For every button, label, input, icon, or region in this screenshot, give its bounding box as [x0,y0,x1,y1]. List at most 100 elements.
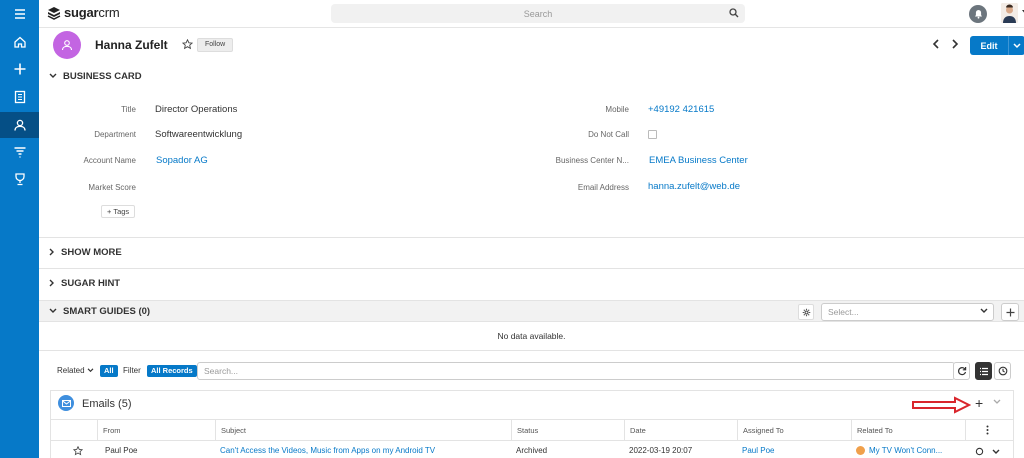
contact-avatar [53,31,81,59]
gear-icon [802,308,810,316]
row-action-icon[interactable] [975,447,984,456]
edit-button[interactable]: Edit [970,36,1008,55]
row-actions-chevron-down-icon[interactable] [992,449,1000,455]
cube-logo-icon [47,6,61,20]
add-tags-button[interactable]: + Tags [101,205,136,218]
user-avatar[interactable] [1001,3,1018,23]
business-card-title: BUSINESS CARD [63,70,142,82]
column-header-subject[interactable]: Subject [215,420,511,441]
top-bar: sugarcrm Search [39,0,1024,28]
field-value-department[interactable]: Softwareentwicklung [155,129,242,140]
field-label-do-not-call: Do Not Call [588,130,629,139]
activity-stream-button[interactable] [994,362,1011,380]
chevron-down-icon[interactable] [993,399,1001,405]
field-value-title[interactable]: Director Operations [155,104,237,115]
field-value-business-center[interactable]: EMEA Business Center [649,155,748,166]
field-label-email-address: Email Address [577,183,629,192]
select-placeholder: Select... [828,307,859,317]
field-value-account-name[interactable]: Sopador AG [156,155,208,166]
emails-table-header: From Subject Status Date Assigned To Rel… [51,419,1013,441]
emails-subpanel-header[interactable]: Emails (5) + [51,391,1013,417]
sugarcrm-logo[interactable]: sugarcrm [47,5,120,20]
column-header-from[interactable]: From [97,420,215,441]
field-label-department: Department [94,130,136,139]
home-icon[interactable] [0,29,39,55]
smart-guide-select[interactable]: Select... [821,303,994,321]
smart-guides-bar: SMART GUIDES (0) Select... [39,300,1024,322]
add-smart-guide-button[interactable] [1001,303,1019,321]
chevron-down-icon [1013,42,1021,48]
refresh-button[interactable] [953,362,970,380]
emails-subpanel-title: Emails (5) [82,398,132,410]
divider [39,268,1024,269]
smart-guides-settings-button[interactable] [798,304,814,320]
search-placeholder: Search... [204,366,239,376]
field-label-mobile: Mobile [605,105,629,114]
plus-icon [1006,308,1014,316]
chevron-right-icon [49,279,54,287]
case-badge-icon [856,446,865,456]
column-header-date[interactable]: Date [624,420,737,441]
chevron-down-icon [49,73,57,78]
quick-create-icon[interactable] [0,56,39,82]
previous-record-icon[interactable] [932,39,940,49]
related-all-pill[interactable]: All [100,365,118,377]
divider [39,237,1024,238]
column-header-assigned-to[interactable]: Assigned To [737,420,851,441]
email-icon [58,395,74,411]
field-label-title: Title [121,105,136,114]
notifications-bell-icon[interactable] [969,5,987,23]
sugar-hint-section-toggle[interactable]: SUGAR HINT [39,272,1024,294]
emails-subpanel: Emails (5) + From Subject Status Date As… [50,390,1014,458]
table-row[interactable]: Paul Poe Can't Access the Videos, Music … [51,442,1013,458]
favorite-star-icon[interactable] [73,446,83,456]
cell-date: 2022-03-19 20:07 [629,446,693,455]
show-more-section-toggle[interactable]: SHOW MORE [39,241,1024,263]
cell-status: Archived [516,446,548,455]
related-dropdown[interactable]: Related [57,366,94,375]
next-record-icon[interactable] [951,39,959,49]
record-name: Hanna Zufelt [95,38,168,52]
search-icon[interactable] [729,8,739,18]
field-value-email-address[interactable]: hanna.zufelt@web.de [648,181,740,192]
filter-all-records-pill[interactable]: All Records [147,365,197,377]
edit-actions-dropdown[interactable] [1008,36,1024,55]
sugar-hint-title: SUGAR HINT [61,277,121,289]
favorite-star-icon[interactable] [182,39,193,50]
field-label-account-name: Account Name [83,156,136,165]
menu-icon[interactable] [0,1,39,27]
divider [39,350,1024,351]
business-card-section-toggle[interactable]: BUSINESS CARD [39,65,1024,87]
chevron-down-icon [49,308,57,313]
record-header: Hanna Zufelt Follow Edit [39,28,1024,64]
field-label-business-center: Business Center N... [555,156,629,165]
field-value-mobile[interactable]: +49192 421615 [648,104,714,115]
column-header-status[interactable]: Status [511,420,624,441]
logo-text: sugarcrm [64,5,120,20]
chevron-down-icon [980,308,988,313]
column-options-dots-icon[interactable] [986,425,989,435]
filter-label: Filter [123,366,141,375]
column-header-related-to[interactable]: Related To [851,420,965,441]
red-arrow-annotation [912,396,971,414]
refresh-icon [957,367,966,376]
person-icon [61,40,73,51]
subpanel-toolbar: Related All Filter All Records Search... [39,360,1024,382]
list-view-button[interactable] [975,362,992,380]
field-label-market-score: Market Score [88,183,136,192]
search-placeholder: Search [523,8,553,19]
cell-subject[interactable]: Can't Access the Videos, Music from Apps… [220,446,505,455]
cell-related-to[interactable]: My TV Won't Conn... [856,446,964,456]
do-not-call-checkbox[interactable] [648,130,657,139]
create-email-plus-icon[interactable]: + [975,395,983,411]
global-search-input[interactable]: Search [331,4,745,23]
subpanel-search-input[interactable]: Search... [197,362,955,380]
clock-icon [998,366,1007,376]
follow-button[interactable]: Follow [197,38,234,52]
smart-guides-title: SMART GUIDES (0) [63,305,151,317]
no-data-message: No data available. [497,331,566,341]
cell-from[interactable]: Paul Poe [105,446,205,455]
cell-assigned-to[interactable]: Paul Poe [742,446,842,455]
chevron-down-icon [87,368,94,373]
chevron-right-icon [49,248,54,256]
